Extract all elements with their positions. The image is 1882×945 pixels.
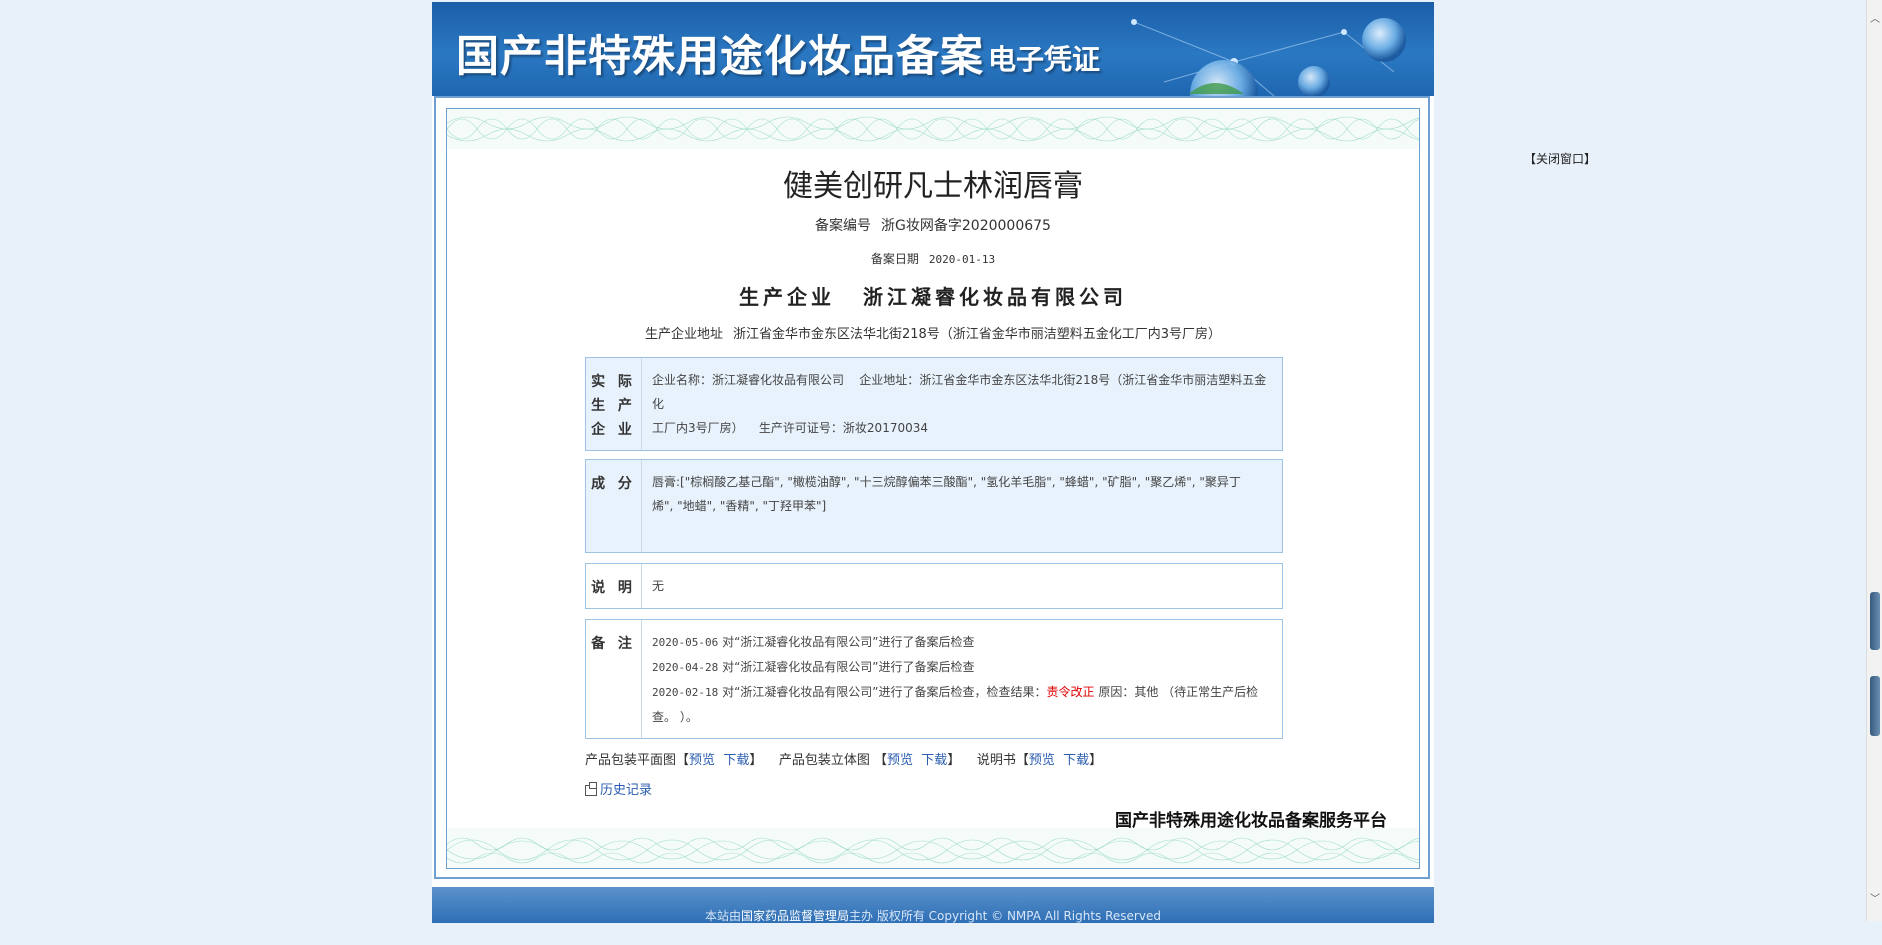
remarks-label: 备 注 (586, 620, 642, 738)
manufacturer-name: 浙江凝睿化妆品有限公司 (863, 285, 1127, 309)
flat-download-link[interactable]: 下载 (723, 753, 749, 768)
ingredients-box: 成 分 唇膏:["棕榈酸乙基己酯", "橄榄油醇", "十三烷醇偏苯三酸酯", … (585, 459, 1283, 553)
stereo-download-link[interactable]: 下载 (921, 753, 947, 768)
filing-date-label: 备案日期 (870, 252, 919, 266)
filing-number-row: 备案编号 浙G妆网备字2020000675 (447, 215, 1419, 235)
remarks-box: 备 注 2020-05-06 对“浙江凝睿化妆品有限公司”进行了备案后检查 20… (585, 619, 1283, 739)
remark-entry: 2020-04-28 对“浙江凝睿化妆品有限公司”进行了备案后检查 (652, 660, 975, 674)
actual-producer-box: 实 际 生 产 企 业 企业名称：浙江凝睿化妆品有限公司 企业地址：浙江省金华市… (585, 357, 1283, 451)
certificate-inner-frame: 健美创研凡士林润唇膏 备案编号 浙G妆网备字2020000675 备案日期 2020… (446, 108, 1420, 869)
manufacturer-address-value: 浙江省金华市金东区法华北街218号（浙江省金华市丽洁塑料五金化工厂内3号厂房） (732, 327, 1222, 342)
manufacturer-address-label: 生产企业地址 (644, 327, 723, 342)
certificate-page: 国产非特殊用途化妆品备案 电子凭证 健美创研凡士林润唇膏 备案编号 浙G妆网备字2… (432, 2, 1434, 923)
product-name: 健美创研凡士林润唇膏 (783, 169, 1083, 204)
scroll-thumb-secondary[interactable] (1870, 676, 1880, 736)
scroll-thumb[interactable] (1870, 592, 1880, 650)
manual-download-link[interactable]: 下载 (1063, 753, 1089, 768)
note-label: 说 明 (586, 564, 642, 608)
note-box: 说 明 无 (585, 563, 1283, 609)
manual-preview-link[interactable]: 预览 (1029, 753, 1055, 768)
filing-date-row: 备案日期 2020-01-13 (447, 250, 1419, 267)
manufacturer-label: 生产企业 (739, 285, 835, 309)
banner-subtitle: 电子凭证 (988, 43, 1101, 76)
header-banner: 国产非特殊用途化妆品备案 电子凭证 (432, 2, 1434, 96)
ingredients-label: 成 分 (586, 460, 642, 552)
certificate-frame: 健美创研凡士林润唇膏 备案编号 浙G妆网备字2020000675 备案日期 2020… (434, 96, 1430, 879)
close-window-link[interactable]: 【关闭窗口】 (1524, 150, 1596, 167)
note-content: 无 (652, 579, 665, 593)
production-license: 浙妆20170034 (842, 421, 929, 435)
manufacturer-address-row: 生产企业地址 浙江省金华市金东区法华北街218号（浙江省金华市丽洁塑料五金化工厂内… (447, 323, 1419, 342)
scroll-up-icon[interactable]: ︿ (1867, 10, 1882, 25)
actual-producer-label: 实 际 生 产 企 业 (586, 358, 642, 450)
inspection-result: 责令改正 (1046, 685, 1095, 699)
remarks-content: 2020-05-06 对“浙江凝睿化妆品有限公司”进行了备案后检查 2020-0… (652, 630, 1270, 729)
banner-title: 国产非特殊用途化妆品备案 (456, 32, 984, 82)
remark-entry: 2020-05-06 对“浙江凝睿化妆品有限公司”进行了备案后检查 (652, 635, 975, 649)
stereo-preview-link[interactable]: 预览 (887, 753, 913, 768)
ingredients-content: 唇膏:["棕榈酸乙基己酯", "橄榄油醇", "十三烷醇偏苯三酸酯", "氢化羊… (652, 475, 1241, 513)
flat-preview-link[interactable]: 预览 (689, 753, 715, 768)
guilloche-border-bottom (447, 828, 1419, 868)
filing-number-label: 备案编号 (815, 218, 872, 234)
actual-producer-name: 浙江凝睿化妆品有限公司 (712, 373, 845, 387)
history-link[interactable]: 历史记录 (585, 779, 652, 798)
package-files-row: 产品包装平面图【预览 下载】 产品包装立体图 【预览 下载】 说明书【预览 下载… (585, 753, 1103, 768)
actual-producer-content: 企业名称：浙江凝睿化妆品有限公司 企业地址：浙江省金华市金东区法华北街218号（… (652, 373, 1267, 435)
external-window-icon (585, 782, 597, 796)
vertical-scrollbar[interactable]: ︿ ﹀ (1866, 0, 1882, 921)
filing-date-value: 2020-01-13 (928, 253, 996, 266)
remark-entry: 2020-02-18 对“浙江凝睿化妆品有限公司”进行了备案后检查，检查结果：责… (652, 685, 1259, 699)
filing-number-value: 浙G妆网备字2020000675 (881, 218, 1051, 234)
manufacturer-row: 生产企业 浙江凝睿化妆品有限公司 (447, 281, 1419, 310)
site-footer: 本站由国家药品监督管理局主办 版权所有 Copyright © NMPA All… (432, 887, 1434, 923)
guilloche-border-top (447, 109, 1419, 149)
scroll-down-icon[interactable]: ﹀ (1867, 890, 1882, 905)
